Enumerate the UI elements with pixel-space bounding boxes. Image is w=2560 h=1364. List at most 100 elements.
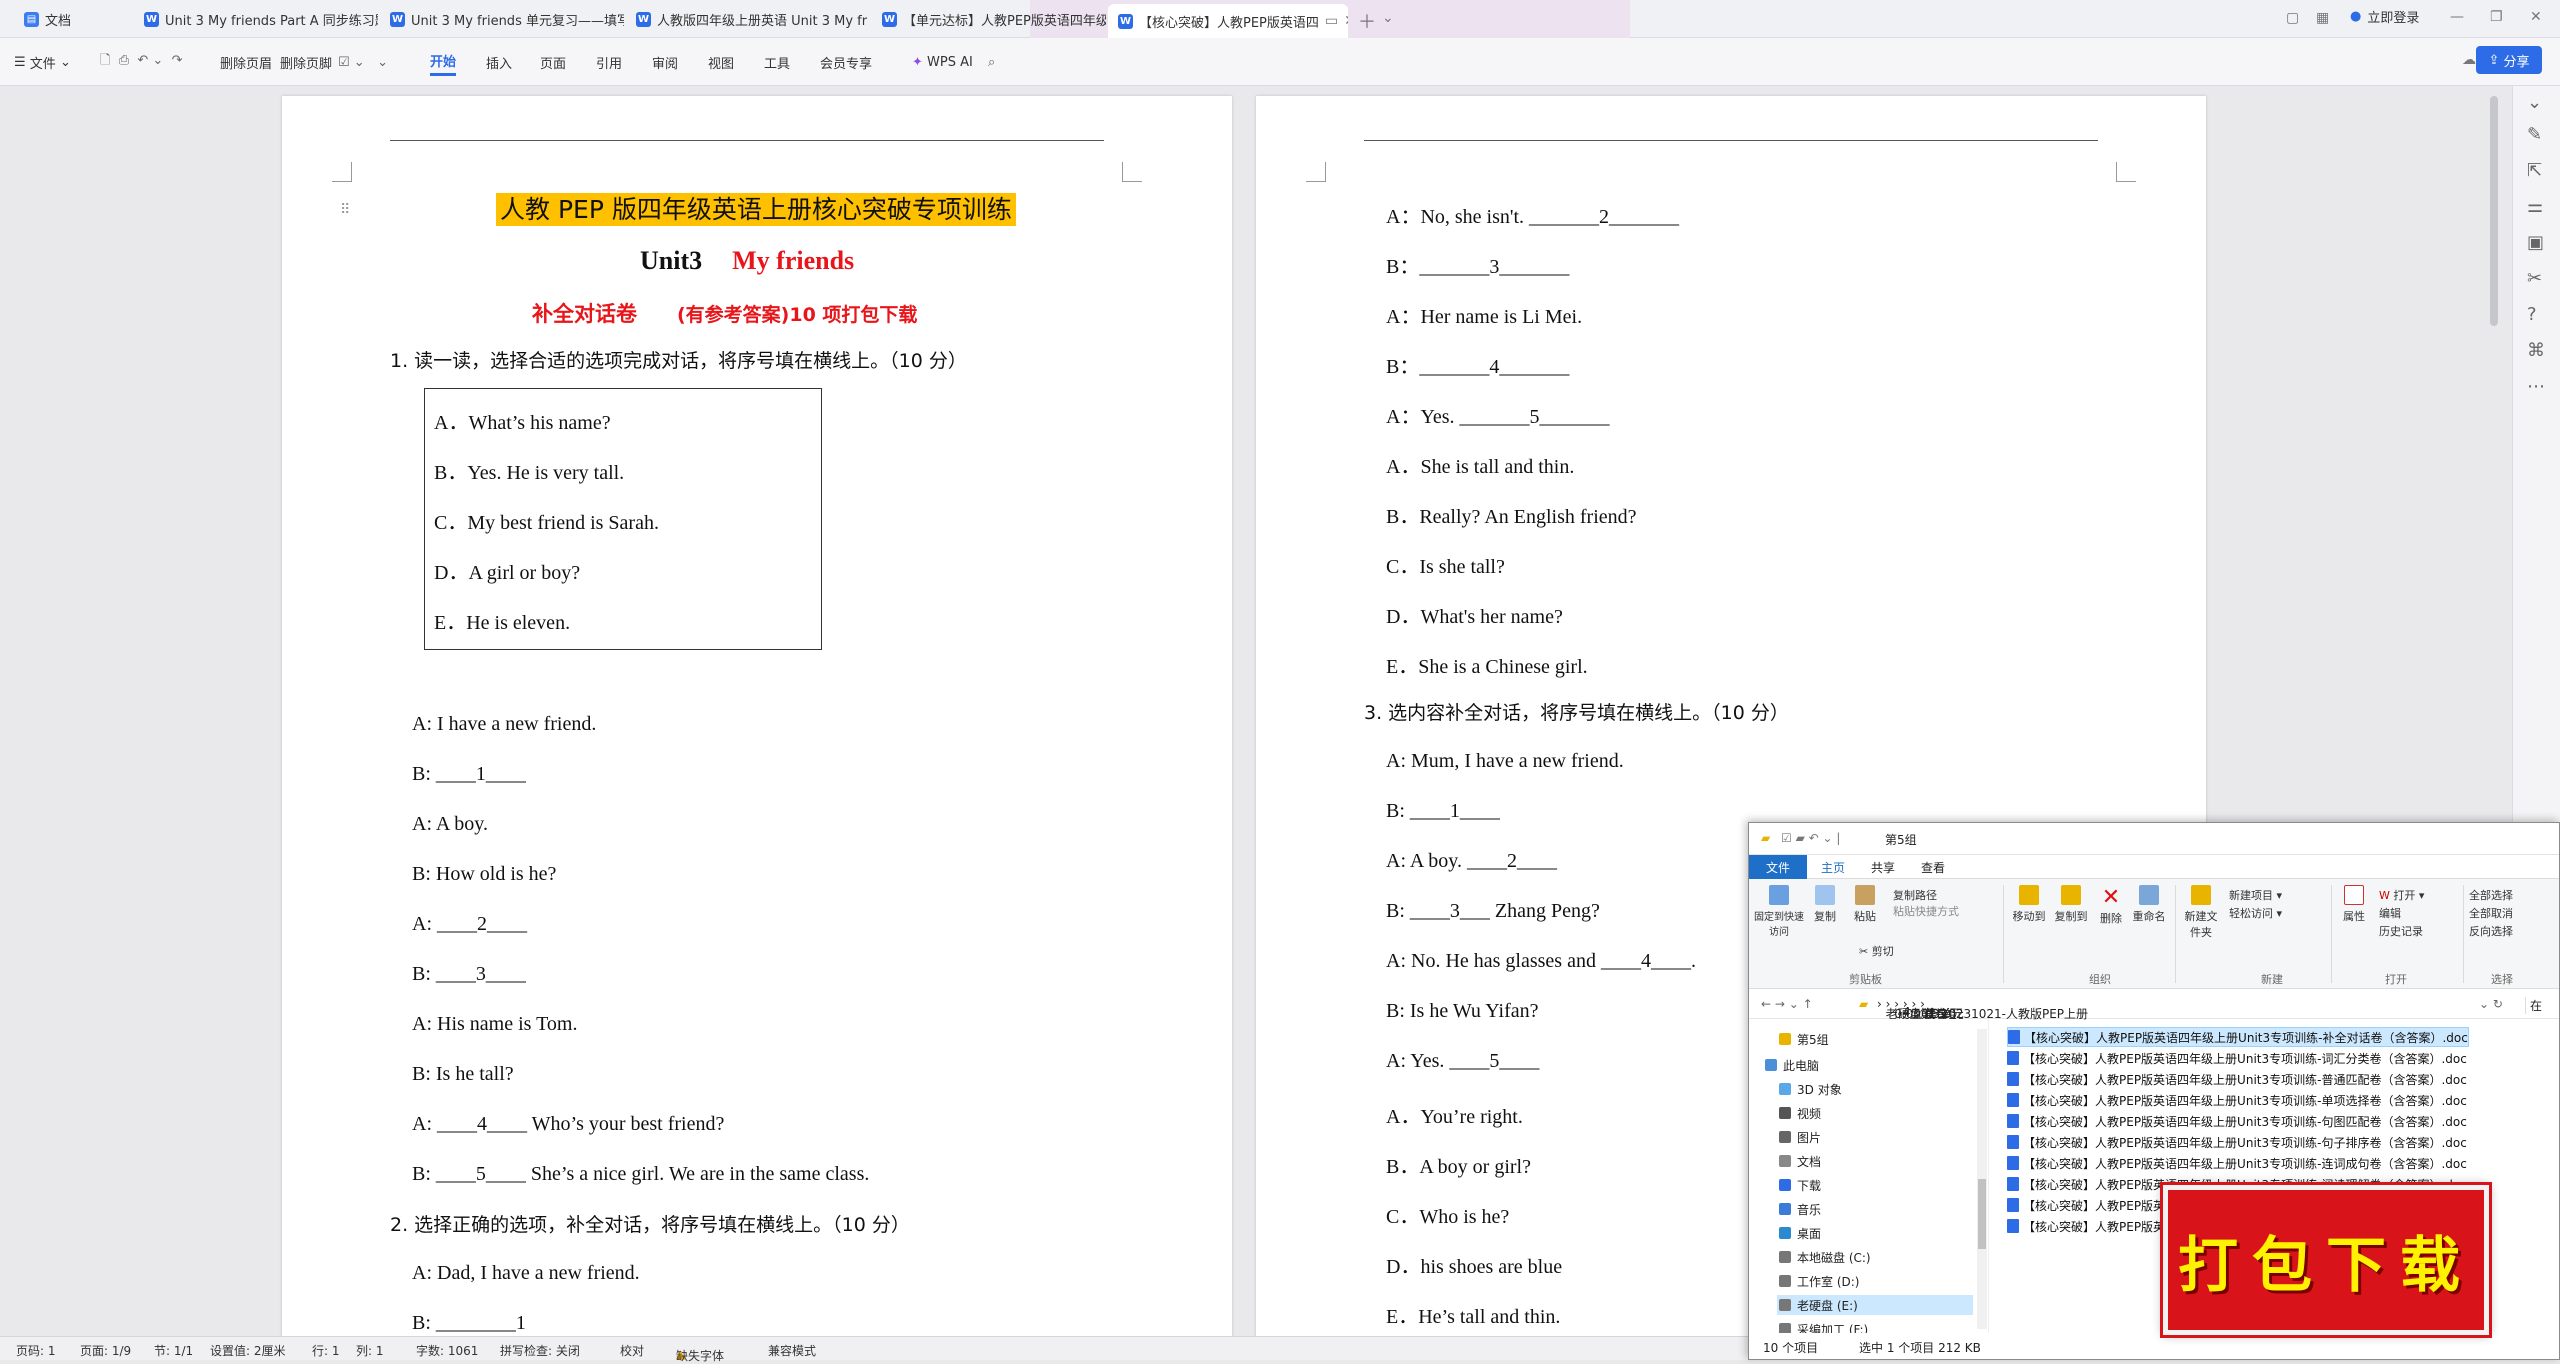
- paste-button[interactable]: 粘贴: [1847, 885, 1883, 924]
- breadcrumb[interactable]: › 老硬盘 (E:) › 0.0001-20231021-人教版PEP上册 › …: [1877, 997, 1925, 1011]
- option-line: C．Who is he?: [1386, 1200, 1509, 1229]
- copy-icon: [1815, 885, 1835, 905]
- menu-reference[interactable]: 引用: [596, 48, 622, 76]
- nav-item-drive-e[interactable]: 老硬盘 (E:): [1777, 1295, 1973, 1315]
- nav-item-this-pc[interactable]: 此电脑: [1765, 1055, 1819, 1075]
- new-tab-icon[interactable]: ＋: [1358, 8, 1376, 34]
- select-none-button[interactable]: 全部取消: [2469, 905, 2513, 921]
- menu-tools[interactable]: 工具: [764, 48, 790, 76]
- nav-item-pictures[interactable]: 图片: [1779, 1127, 1821, 1147]
- file-item[interactable]: 【核心突破】人教PEP版英语四年级上册Unit3专项训练-单项选择卷（含答案）.…: [2007, 1090, 2467, 1110]
- tab-doc-2[interactable]: WUnit 3 My friends 单元复习——填写: [380, 4, 624, 34]
- nav-item-desktop[interactable]: 桌面: [1779, 1223, 1821, 1243]
- cut-button[interactable]: ✂ 剪切: [1859, 943, 1894, 959]
- translate-icon[interactable]: ⌘: [2527, 340, 2545, 361]
- monitor-icon[interactable]: ▭: [1325, 13, 1338, 29]
- menu-member[interactable]: 会员专享: [820, 48, 872, 76]
- nav-arrows-icon[interactable]: ← → ⌄ ↑: [1761, 997, 1813, 1011]
- tab-docs[interactable]: ▤文档: [14, 4, 134, 34]
- edit-button[interactable]: 编辑: [2379, 905, 2401, 921]
- menu-home[interactable]: 开始: [430, 48, 456, 76]
- new-folder-button[interactable]: 新建文件夹: [2181, 885, 2221, 940]
- tab-doc-active[interactable]: W【核心突破】人教PEP版英语四▭✕: [1108, 4, 1348, 38]
- file-item[interactable]: 【核心突破】人教PEP版英语四年级上册Unit3专项训练-句子排序卷（含答案）.…: [2007, 1132, 2467, 1152]
- tools-icon[interactable]: ✂: [2527, 268, 2542, 289]
- tab-doc-3[interactable]: W人教版四年级上册英语 Unit 3 My fr: [626, 4, 870, 34]
- new-item-button[interactable]: 新建项目 ▾: [2229, 887, 2282, 903]
- pin-button[interactable]: 固定到快速访问: [1753, 885, 1805, 938]
- delete-button[interactable]: ✕删除: [2095, 885, 2127, 926]
- apps-icon[interactable]: ▦: [2316, 10, 2329, 26]
- sliders-icon[interactable]: ⚌: [2527, 196, 2543, 217]
- menu-page[interactable]: 页面: [540, 48, 566, 76]
- paste-shortcut-button[interactable]: 粘贴快捷方式: [1893, 903, 1959, 919]
- tab-doc-1[interactable]: WUnit 3 My friends Part A 同步练习题: [134, 4, 378, 34]
- search-icon[interactable]: ⌕: [988, 48, 995, 76]
- refresh-icon[interactable]: ⌄ ↻: [2479, 997, 2503, 1011]
- collapse-icon[interactable]: ⌄: [2527, 92, 2542, 113]
- nav-item-drive-c[interactable]: 本地磁盘 (C:): [1779, 1247, 1871, 1267]
- scroll-thumb[interactable]: [1978, 1179, 1986, 1249]
- nav-item-3d[interactable]: 3D 对象: [1779, 1079, 1842, 1099]
- nav-item-videos[interactable]: 视频: [1779, 1103, 1821, 1123]
- nav-item-music[interactable]: 音乐: [1779, 1199, 1821, 1219]
- help-circle-icon[interactable]: ?: [2527, 304, 2537, 325]
- file-item[interactable]: 【核心突破】人教PEP版英语四年级上册Unit3专项训练-句图匹配卷（含答案）.…: [2007, 1111, 2467, 1131]
- copy-button[interactable]: 复制: [1807, 885, 1843, 924]
- dialog-line: B: How old is he?: [412, 863, 556, 886]
- share-button[interactable]: ⇪分享: [2476, 46, 2542, 74]
- minimize-icon[interactable]: —: [2450, 9, 2464, 25]
- menu-review[interactable]: 审阅: [652, 48, 678, 76]
- explorer-file-tab[interactable]: 文件: [1749, 855, 1807, 879]
- format-tools[interactable]: ☑ ⌄ ⌄: [338, 48, 388, 76]
- file-menu[interactable]: ☰ 文件 ⌄: [14, 48, 71, 76]
- file-item[interactable]: 【核心突破】人教PEP版英语四年级上册Unit3专项训练-连词成句卷（含答案）.…: [2007, 1153, 2467, 1173]
- select-all-button[interactable]: 全部选择: [2469, 887, 2513, 903]
- wps-ai-button[interactable]: ✦ WPS AI: [912, 48, 973, 76]
- invert-selection-button[interactable]: 反向选择: [2469, 923, 2513, 939]
- menu-insert[interactable]: 插入: [486, 48, 512, 76]
- move-to-button[interactable]: 移动到: [2009, 885, 2049, 924]
- file-item[interactable]: 【核心突破】人教PEP版英语四年级上册Unit3专项训练-词汇分类卷（含答案）.…: [2007, 1048, 2467, 1068]
- rename-button[interactable]: 重命名: [2129, 885, 2169, 924]
- nav-scrollbar[interactable]: [1977, 1029, 1987, 1329]
- window-icon[interactable]: ▢: [2286, 10, 2299, 26]
- pen-icon[interactable]: ✎: [2527, 124, 2542, 145]
- file-item[interactable]: 【核心突破】人教PEP版英语四年级上册Unit3专项训练-普通匹配卷（含答案）.…: [2007, 1069, 2467, 1089]
- close-icon[interactable]: ✕: [1344, 13, 1348, 29]
- nav-item-drive-d[interactable]: 工作室 (D:): [1779, 1271, 1859, 1291]
- explorer-tab-home[interactable]: 主页: [1821, 859, 1845, 876]
- delete-footer-button[interactable]: 删除页脚: [280, 48, 332, 76]
- window-close-icon[interactable]: ✕: [2530, 9, 2542, 25]
- address-bar[interactable]: ← → ⌄ ↑ ▰ › 老硬盘 (E:) › 0.0001-20231021-人…: [1749, 989, 2560, 1019]
- quick-access-icons[interactable]: ☑ ▰ ↶ ⌄ |: [1781, 831, 1840, 845]
- tab-doc-4[interactable]: W【单元达标】人教PEP版英语四年级上: [872, 4, 1106, 34]
- nav-item-documents[interactable]: 文档: [1779, 1151, 1821, 1171]
- menu-view[interactable]: 视图: [708, 48, 734, 76]
- easy-access-button[interactable]: 轻松访问 ▾: [2229, 905, 2282, 921]
- document-page-1[interactable]: ⠿ 人教 PEP 版四年级英语上册核心突破专项训练 Unit3My friend…: [282, 96, 1232, 1346]
- properties-button[interactable]: 属性: [2337, 885, 2371, 924]
- chevron-down-icon[interactable]: ⌄: [1382, 10, 1394, 26]
- file-item[interactable]: 【核心突破】人教PEP版英语四年级上册Unit3专项训练-补全对话卷（含答案）.…: [2007, 1027, 2469, 1047]
- open-button[interactable]: W 打开 ▾: [2379, 887, 2424, 903]
- search-input[interactable]: 在: [2525, 997, 2542, 1014]
- cursor-icon[interactable]: ⇱: [2527, 160, 2542, 181]
- quick-tools[interactable]: 🗋 ⎙ ↶ ⌄ ↷: [100, 48, 182, 76]
- nav-item-group5[interactable]: 第5组: [1779, 1029, 1829, 1049]
- more-icon[interactable]: ⋯: [2527, 376, 2545, 397]
- restore-icon[interactable]: ❐: [2490, 9, 2503, 25]
- explorer-tab-view[interactable]: 查看: [1921, 859, 1945, 876]
- delete-header-button[interactable]: 删除页眉: [220, 48, 272, 76]
- nav-item-downloads[interactable]: 下载: [1779, 1175, 1821, 1195]
- history-button[interactable]: 历史记录: [2379, 923, 2423, 939]
- cloud-icon[interactable]: ☁: [2462, 52, 2476, 68]
- copy-to-button[interactable]: 复制到: [2051, 885, 2091, 924]
- login-button[interactable]: ●立即登录: [2350, 7, 2419, 26]
- copy-path-button[interactable]: 复制路径: [1893, 887, 1937, 903]
- explorer-tab-share[interactable]: 共享: [1871, 859, 1895, 876]
- drag-handle-icon[interactable]: ⠿: [340, 202, 350, 219]
- image-icon[interactable]: ▣: [2527, 232, 2544, 253]
- vertical-scrollbar[interactable]: [2490, 96, 2498, 326]
- download-promo-badge[interactable]: 打包下载: [2163, 1185, 2489, 1335]
